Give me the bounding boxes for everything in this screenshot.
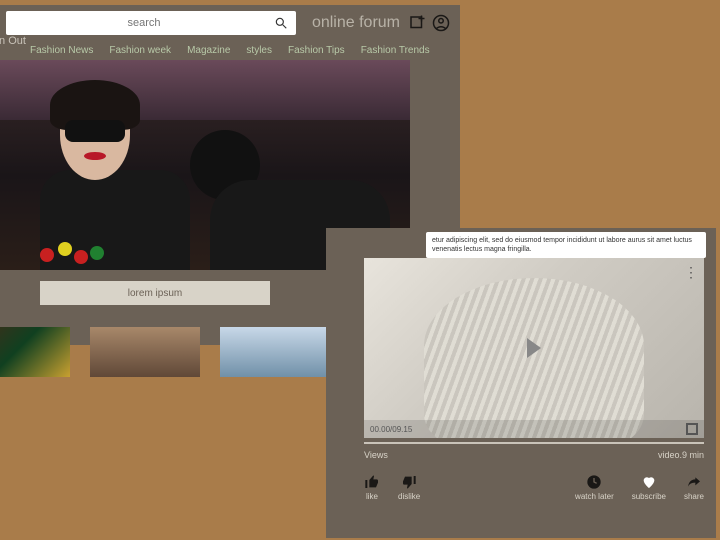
brand-name: Fashion Out [0, 35, 26, 47]
account-icon[interactable] [432, 14, 450, 32]
clock-icon [586, 474, 602, 490]
heart-icon [641, 474, 657, 490]
watch-later-label: watch later [575, 492, 614, 501]
upload-icon[interactable] [408, 14, 426, 32]
search-bar[interactable] [6, 11, 296, 35]
tooltip: etur adipiscing elit, sed do eiusmod tem… [426, 232, 706, 258]
top-bar: online forum [0, 5, 460, 41]
search-icon[interactable] [274, 16, 288, 30]
thumbnail[interactable] [90, 327, 200, 377]
watch-later-button[interactable]: watch later [575, 474, 614, 501]
views-label: Views [364, 450, 388, 460]
tab-fashion-week[interactable]: Fashion week [109, 45, 171, 56]
tab-fashion-news[interactable]: Fashion News [30, 45, 93, 56]
video-player[interactable]: ⋮ 00.00/09.15 [364, 258, 704, 438]
hero-figure [60, 90, 180, 250]
thumbnail[interactable] [220, 327, 330, 377]
hero-cta-button[interactable]: lorem ipsum [40, 281, 270, 305]
share-icon [686, 474, 702, 490]
search-input[interactable] [14, 17, 274, 29]
header-actions [408, 14, 450, 32]
video-thumbnail [424, 278, 644, 438]
tab-fashion-trends[interactable]: Fashion Trends [361, 45, 430, 56]
dislike-button[interactable]: dislike [398, 474, 420, 501]
thumbs-down-icon [401, 474, 417, 490]
action-bar: like dislike watch later subscribe share [364, 474, 704, 501]
hero-decoration [40, 240, 120, 270]
video-window: etur adipiscing elit, sed do eiusmod tem… [326, 228, 716, 538]
subscribe-button[interactable]: subscribe [632, 474, 666, 501]
like-label: like [366, 492, 378, 501]
duration-label: video.9 min [658, 450, 704, 460]
tab-fashion-tips[interactable]: Fashion Tips [288, 45, 345, 56]
like-button[interactable]: like [364, 474, 380, 501]
tab-styles[interactable]: styles [246, 45, 272, 56]
subscribe-label: subscribe [632, 492, 666, 501]
fullscreen-icon[interactable] [686, 423, 698, 435]
share-button[interactable]: share [684, 474, 704, 501]
dislike-label: dislike [398, 492, 420, 501]
progress-bar[interactable] [364, 442, 704, 444]
time-display: 00.00/09.15 [370, 425, 412, 434]
trending-thumbnails [0, 327, 330, 377]
share-label: share [684, 492, 704, 501]
play-icon[interactable] [527, 338, 541, 358]
thumbnail[interactable] [0, 327, 70, 377]
kebab-menu-icon[interactable]: ⋮ [684, 264, 698, 281]
thumbs-up-icon [364, 474, 380, 490]
tab-magazine[interactable]: Magazine [187, 45, 230, 56]
video-meta-row: Views video.9 min [364, 450, 704, 460]
forum-label: online forum [312, 14, 400, 32]
time-bar: 00.00/09.15 [364, 420, 704, 438]
